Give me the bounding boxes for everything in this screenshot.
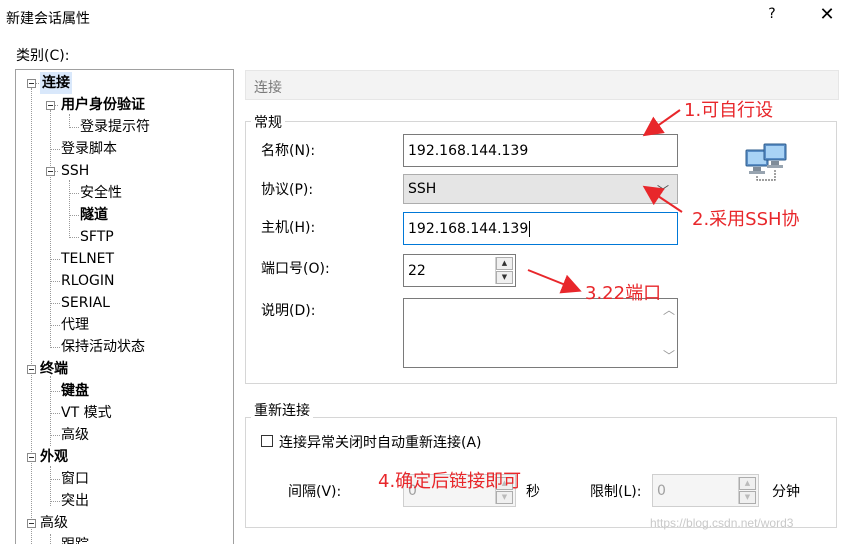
scroll-up-icon[interactable]: ︿: [663, 301, 675, 318]
tree-line: [50, 259, 60, 260]
name-input-value: 192.168.144.139: [408, 142, 529, 159]
collapse-icon[interactable]: [46, 101, 55, 110]
minutes-label: 分钟: [772, 484, 800, 500]
tree-line: [69, 193, 79, 194]
tree-item-advanced[interactable]: 高级: [40, 512, 68, 534]
tree-line: [69, 237, 79, 238]
text-cursor: [529, 220, 531, 237]
window-title: 新建会话属性: [6, 11, 90, 27]
tree-item-trace[interactable]: 跟踪: [61, 534, 89, 544]
tree-item-tunnel[interactable]: 隧道: [80, 204, 108, 226]
tree-line: [50, 391, 60, 392]
spin-up-icon[interactable]: ▲: [496, 257, 513, 270]
title-bar: 新建会话属性 ? ✕: [0, 0, 854, 34]
tree-item-connection[interactable]: 连接: [40, 72, 72, 94]
tree-item-proxy[interactable]: 代理: [61, 314, 89, 336]
tree-line: [50, 501, 60, 502]
tree-item-keyboard[interactable]: 键盘: [61, 380, 89, 402]
name-label: 名称(N):: [261, 143, 316, 159]
reconnect-group-label: 重新连接: [251, 400, 313, 420]
tree-item-rlogin[interactable]: RLOGIN: [61, 270, 115, 292]
tree-item-terminal[interactable]: 终端: [40, 358, 68, 380]
section-title: 连接: [254, 80, 282, 96]
tree-item-login-prompt[interactable]: 登录提示符: [80, 116, 150, 138]
annotation-3: 3.22端口: [585, 283, 662, 304]
collapse-icon[interactable]: [27, 79, 36, 88]
network-computers-icon: [745, 143, 787, 181]
tree-item-serial[interactable]: SERIAL: [61, 292, 110, 314]
tree-item-security[interactable]: 安全性: [80, 182, 122, 204]
limit-label: 限制(L):: [590, 484, 642, 500]
tree-item-highlight[interactable]: 突出: [61, 490, 89, 512]
tree-item-auth[interactable]: 用户身份验证: [61, 94, 145, 116]
tree-line: [50, 413, 60, 414]
tree-item-vt-mode[interactable]: VT 模式: [61, 402, 112, 424]
watermark: https://blog.csdn.net/word3: [650, 516, 794, 530]
tree-item-keepalive[interactable]: 保持活动状态: [61, 336, 145, 358]
tree-line: [50, 110, 51, 346]
tree-line: [69, 127, 79, 128]
tree-item-appearance[interactable]: 外观: [40, 446, 68, 468]
tree-line: [69, 114, 70, 128]
port-input[interactable]: 22 ▲ ▼: [403, 254, 516, 287]
tree-line: [69, 215, 79, 216]
tree-item-sftp[interactable]: SFTP: [80, 226, 114, 248]
collapse-icon[interactable]: [46, 167, 55, 176]
help-button[interactable]: ?: [762, 6, 782, 28]
tree-line: [50, 479, 60, 480]
spin-down-icon[interactable]: ▼: [496, 271, 513, 284]
spin-down-icon[interactable]: ▼: [739, 491, 756, 504]
general-group-label: 常规: [251, 112, 285, 132]
description-textarea[interactable]: ︿ ﹀: [403, 298, 678, 368]
annotation-2: 2.采用SSH协: [692, 209, 800, 230]
protocol-select-value: SSH: [408, 181, 437, 197]
chevron-down-icon: ﹀: [656, 184, 669, 198]
host-input-value: 192.168.144.139: [408, 220, 529, 237]
host-input[interactable]: 192.168.144.139: [403, 212, 678, 245]
tree-item-window[interactable]: 窗口: [61, 468, 89, 490]
tree-line: [50, 149, 60, 150]
tree-item-ssh[interactable]: SSH: [61, 160, 89, 182]
collapse-icon[interactable]: [27, 519, 36, 528]
category-tree[interactable]: 连接 用户身份验证 登录提示符 登录脚本 SSH 安全性 隧道 SFTP TEL…: [15, 69, 234, 544]
annotation-4: 4.确定后链接即可: [378, 471, 522, 492]
tree-line: [50, 325, 60, 326]
seconds-label: 秒: [526, 484, 540, 500]
description-label: 说明(D):: [261, 303, 316, 319]
port-label: 端口号(O):: [261, 261, 330, 277]
limit-spinner[interactable]: ▲ ▼: [738, 477, 756, 504]
tree-line: [50, 435, 60, 436]
tree-line: [31, 88, 32, 544]
host-label: 主机(H):: [261, 220, 316, 236]
description-scrollbar[interactable]: ︿ ﹀: [660, 299, 677, 367]
collapse-icon[interactable]: [27, 453, 36, 462]
protocol-label: 协议(P):: [261, 182, 314, 198]
collapse-icon[interactable]: [27, 365, 36, 374]
port-input-value: 22: [408, 262, 426, 279]
tree-line: [50, 534, 51, 544]
tree-line: [50, 281, 60, 282]
auto-reconnect-checkbox[interactable]: [261, 435, 273, 447]
tree-item-telnet[interactable]: TELNET: [61, 248, 114, 270]
close-button[interactable]: ✕: [816, 4, 838, 28]
auto-reconnect-label: 连接异常关闭时自动重新连接(A): [279, 435, 482, 451]
category-label: 类别(C):: [16, 48, 70, 64]
port-spinner[interactable]: ▲ ▼: [495, 257, 513, 284]
limit-input[interactable]: 0 ▲ ▼: [652, 474, 759, 507]
tree-line: [50, 466, 51, 506]
annotation-1: 1.可自行设: [684, 100, 774, 121]
protocol-select[interactable]: SSH ﹀: [403, 174, 678, 204]
interval-label: 间隔(V):: [288, 484, 342, 500]
tree-item-terminal-advanced[interactable]: 高级: [61, 424, 89, 446]
scroll-down-icon[interactable]: ﹀: [663, 347, 675, 364]
tree-line: [69, 180, 70, 238]
limit-input-value: 0: [657, 482, 666, 499]
tree-line: [50, 303, 60, 304]
tree-line: [50, 347, 60, 348]
tree-item-login-script[interactable]: 登录脚本: [61, 138, 117, 160]
spin-up-icon[interactable]: ▲: [739, 477, 756, 490]
name-input[interactable]: 192.168.144.139: [403, 134, 678, 167]
